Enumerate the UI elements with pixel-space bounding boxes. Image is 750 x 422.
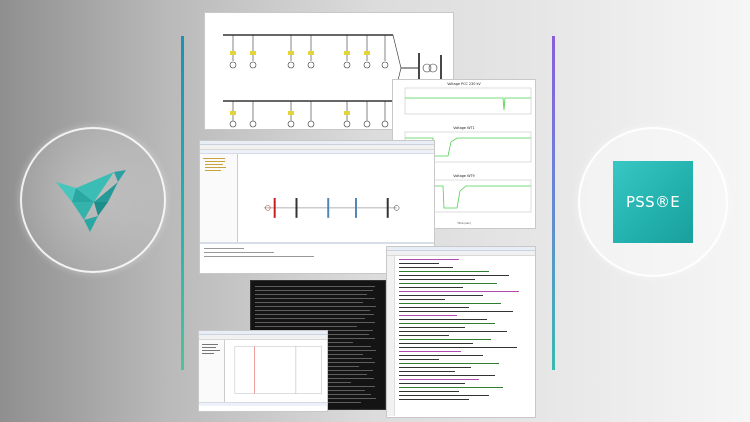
- code-editor-panel: [386, 246, 536, 418]
- plot-viewer-status-bar: [199, 402, 327, 406]
- psse-tree-view: [200, 154, 238, 242]
- pss-e-label: PSS®E: [625, 193, 681, 211]
- right-accent-line: [552, 36, 555, 370]
- plot-viewer-panel: [198, 330, 328, 412]
- voltage-plot-pcc: [404, 87, 532, 115]
- plot-viewer-channel-list: [199, 340, 225, 402]
- left-accent-line: [181, 36, 184, 370]
- plot-viewer-chart: [234, 346, 322, 394]
- editor-code-area: [395, 256, 535, 416]
- pss-e-logo: PSS®E: [613, 161, 693, 243]
- psse-network-diagram: [263, 198, 400, 218]
- origami-bird-icon: [56, 170, 126, 232]
- editor-gutter: [387, 256, 395, 416]
